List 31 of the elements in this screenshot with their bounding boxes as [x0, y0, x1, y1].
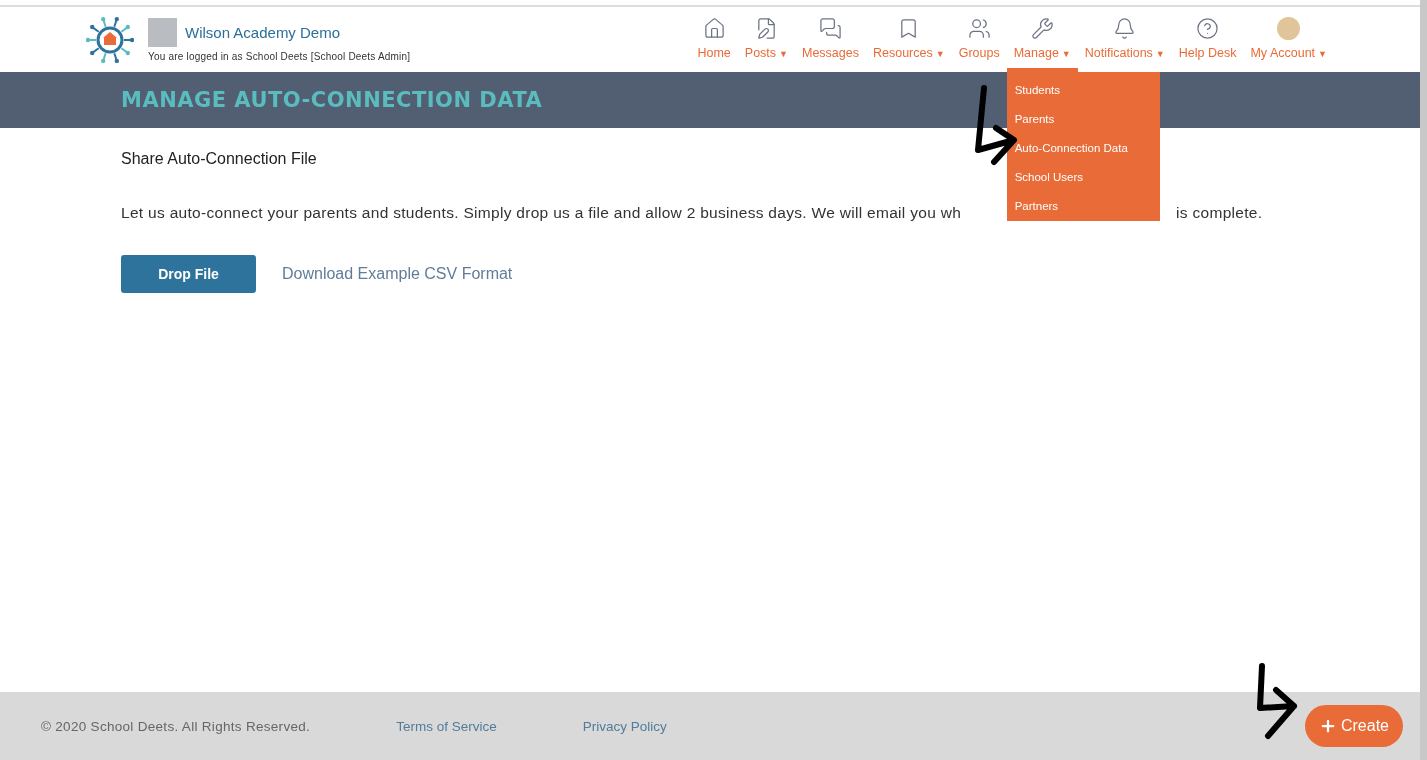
home-icon [702, 17, 726, 40]
nav-item[interactable]: Groups [951, 11, 1007, 72]
description-text: Let us auto-connect your parents and students. Simply drop us a file and allow 2 business days. We will email you wh [121, 204, 962, 222]
copyright-text: © 2020 School Deets. All Rights Reserved. [41, 718, 311, 734]
description-text: is complete. [1176, 204, 1263, 222]
footer-link[interactable]: Terms of Service [396, 718, 497, 734]
menu-item[interactable]: Partners [1006, 192, 1160, 221]
photo-placeholder [148, 17, 177, 47]
menu-item[interactable]: Students [1006, 76, 1160, 105]
logo-icon [86, 15, 134, 64]
messages-icon [819, 17, 842, 40]
create-button[interactable]: Create [1304, 705, 1403, 747]
page-title: MANAGE AUTO-CONNECTION DATA [121, 88, 543, 112]
section-heading: Share Auto-Connection File [121, 150, 318, 168]
drop-file-button[interactable]: Drop File [121, 255, 256, 293]
nav-item[interactable]: Home [690, 11, 738, 72]
menu-item[interactable]: Parents [1006, 105, 1160, 134]
menu-item[interactable]: Auto-Connection Data [1006, 134, 1160, 163]
menu-item[interactable]: School Users [1006, 163, 1160, 192]
nav-item[interactable]: Messages [795, 11, 866, 72]
nav-item[interactable]: Help Desk [1171, 11, 1244, 72]
login-note: You are logged in as School Deets [School Deets Admin] [148, 50, 411, 62]
help-icon [1196, 17, 1220, 40]
nav-item[interactable]: Notifications ▼ [1077, 11, 1172, 72]
download-link[interactable]: Download Example CSV Format [282, 265, 513, 283]
school-name-link[interactable]: Wilson Academy Demo [185, 23, 341, 41]
nav-item[interactable]: My Account ▼ [1243, 11, 1334, 72]
nav-item[interactable]: Resources ▼ [866, 11, 952, 72]
footer-link[interactable]: Privacy Policy [582, 718, 667, 734]
nav-item[interactable]: Posts ▼ [737, 11, 795, 72]
avatar-icon [1277, 17, 1301, 40]
